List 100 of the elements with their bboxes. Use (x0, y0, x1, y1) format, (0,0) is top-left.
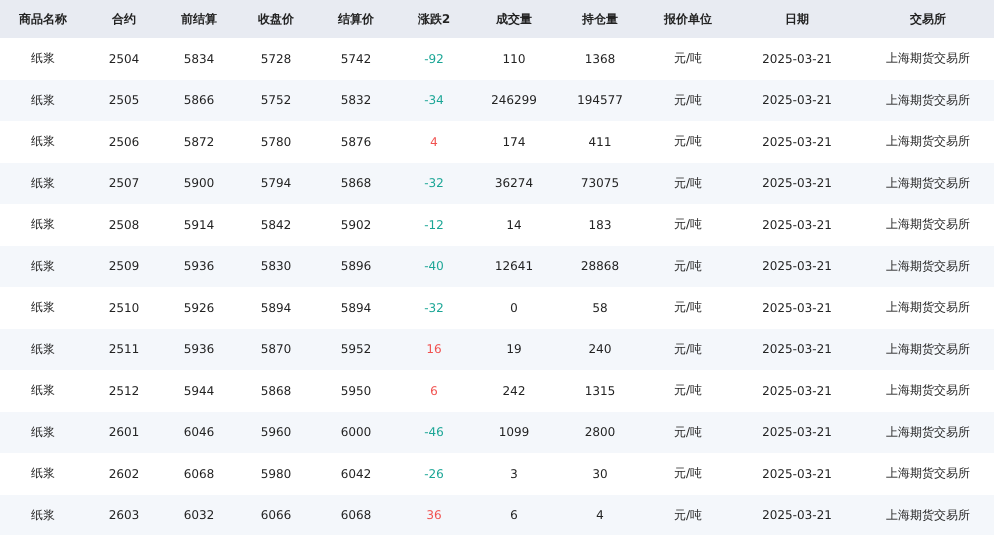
change-value: -46 (424, 425, 444, 440)
table-cell: 2025-03-21 (762, 93, 832, 108)
table-cell: 2025-03-21 (762, 218, 832, 232)
table-cell: 2025-03-21 (762, 384, 832, 398)
table-cell: 纸浆 (31, 92, 55, 109)
change-value: -32 (424, 300, 444, 315)
change-value: 36 (426, 508, 442, 522)
table-cell: 110 (502, 52, 526, 66)
table-cell: 5900 (184, 176, 214, 190)
table-cell: 2025-03-21 (762, 466, 832, 481)
table-cell: 28868 (580, 259, 620, 274)
column-header: 收盘价 (257, 10, 295, 28)
change-value: -40 (424, 259, 444, 274)
change-value: -92 (424, 52, 444, 66)
table-cell: 1368 (584, 52, 616, 66)
table-cell: 6 (510, 508, 518, 522)
table-cell: 元/吨 (674, 465, 702, 482)
table-cell: 242 (502, 384, 526, 398)
table-cell: 5868 (340, 176, 372, 190)
table-cell: 58 (592, 300, 608, 315)
table-cell: 5894 (340, 300, 372, 315)
table-cell: 4 (596, 508, 604, 522)
table-cell: 纸浆 (31, 382, 55, 400)
table-cell: 6066 (260, 508, 292, 522)
column-header: 持仓量 (580, 10, 619, 28)
table-cell: 2507 (108, 176, 140, 190)
table-cell: 5894 (260, 300, 292, 315)
table-cell: 元/吨 (674, 133, 702, 150)
table-cell: 纸浆 (31, 174, 55, 192)
table-cell: 上海期货交易所 (886, 382, 970, 400)
table-cell: 2505 (108, 93, 140, 108)
table-cell: 5870 (260, 342, 292, 356)
table-cell: 5868 (260, 384, 292, 398)
table-cell: 5830 (260, 259, 292, 274)
table-cell: 2025-03-21 (762, 176, 832, 190)
table-cell: 2602 (108, 466, 140, 481)
table-cell: 5794 (260, 176, 292, 190)
table-cell: 上海期货交易所 (886, 50, 970, 68)
table-cell: 5834 (184, 52, 214, 66)
table-cell: 元/吨 (674, 216, 702, 234)
table-cell: 194577 (577, 93, 623, 108)
table-cell: 纸浆 (31, 133, 55, 150)
column-header: 商品名称 (18, 10, 68, 28)
table-cell: 上海期货交易所 (886, 133, 970, 150)
table-cell: 36274 (494, 176, 534, 190)
table-cell: 0 (510, 300, 518, 315)
table-cell: 5876 (340, 134, 372, 149)
column-header: 成交量 (495, 10, 533, 28)
table-cell: 上海期货交易所 (886, 506, 970, 524)
table-cell: 纸浆 (31, 216, 55, 234)
column-header: 日期 (784, 10, 810, 28)
table-cell: 纸浆 (31, 258, 55, 275)
table-cell: 5952 (340, 342, 372, 356)
table-cell: 73075 (580, 176, 620, 190)
table-cell: 5832 (340, 93, 372, 108)
table-cell: 2601 (108, 425, 140, 440)
table-cell: 上海期货交易所 (886, 258, 970, 275)
table-cell: 纸浆 (31, 465, 55, 482)
table-cell: 6000 (340, 425, 372, 440)
table-cell: 3 (510, 466, 518, 481)
table-cell: 2025-03-21 (762, 342, 832, 356)
table-cell: 5914 (184, 218, 214, 232)
table-cell: 5926 (184, 300, 214, 315)
table-cell: 2506 (108, 134, 140, 149)
table-cell: 12641 (494, 259, 534, 274)
table-cell: 6046 (184, 425, 214, 440)
table-cell: 5936 (184, 342, 214, 356)
table-cell: 元/吨 (674, 424, 702, 441)
column-header: 前结算 (180, 10, 218, 28)
table-cell: 5866 (184, 93, 214, 108)
table-cell: 5872 (184, 134, 214, 149)
table-cell: 2511 (108, 342, 140, 356)
table-cell: 上海期货交易所 (886, 340, 970, 358)
table-cell: 2025-03-21 (762, 134, 832, 149)
table-cell: 2603 (108, 508, 140, 522)
column-header: 合约 (111, 10, 137, 28)
table-cell: 5950 (340, 384, 372, 398)
change-value: -26 (424, 466, 444, 481)
table-cell: 5896 (340, 259, 372, 274)
change-value: -32 (424, 176, 444, 190)
table-cell: 2025-03-21 (762, 259, 832, 274)
table-cell: 上海期货交易所 (886, 216, 970, 234)
table-cell: 纸浆 (31, 340, 55, 358)
table-cell: 1315 (584, 384, 616, 398)
table-cell: 纸浆 (31, 50, 55, 68)
table-cell: 6068 (184, 466, 214, 481)
table-cell: 2025-03-21 (762, 425, 832, 440)
table-cell: 2508 (108, 218, 140, 232)
table-cell: 元/吨 (674, 340, 702, 358)
table-cell: 6032 (184, 508, 214, 522)
table-cell: 246299 (491, 93, 537, 108)
table-cell: 2512 (108, 384, 140, 398)
table-cell: 5944 (184, 384, 214, 398)
table-cell: 上海期货交易所 (886, 299, 970, 316)
table-cell: 2509 (108, 259, 140, 274)
column-header: 结算价 (336, 10, 375, 28)
change-value: 4 (430, 134, 438, 149)
table-cell: 2800 (584, 425, 616, 440)
table-cell: 2025-03-21 (762, 300, 832, 315)
table-cell: 2025-03-21 (762, 52, 832, 66)
